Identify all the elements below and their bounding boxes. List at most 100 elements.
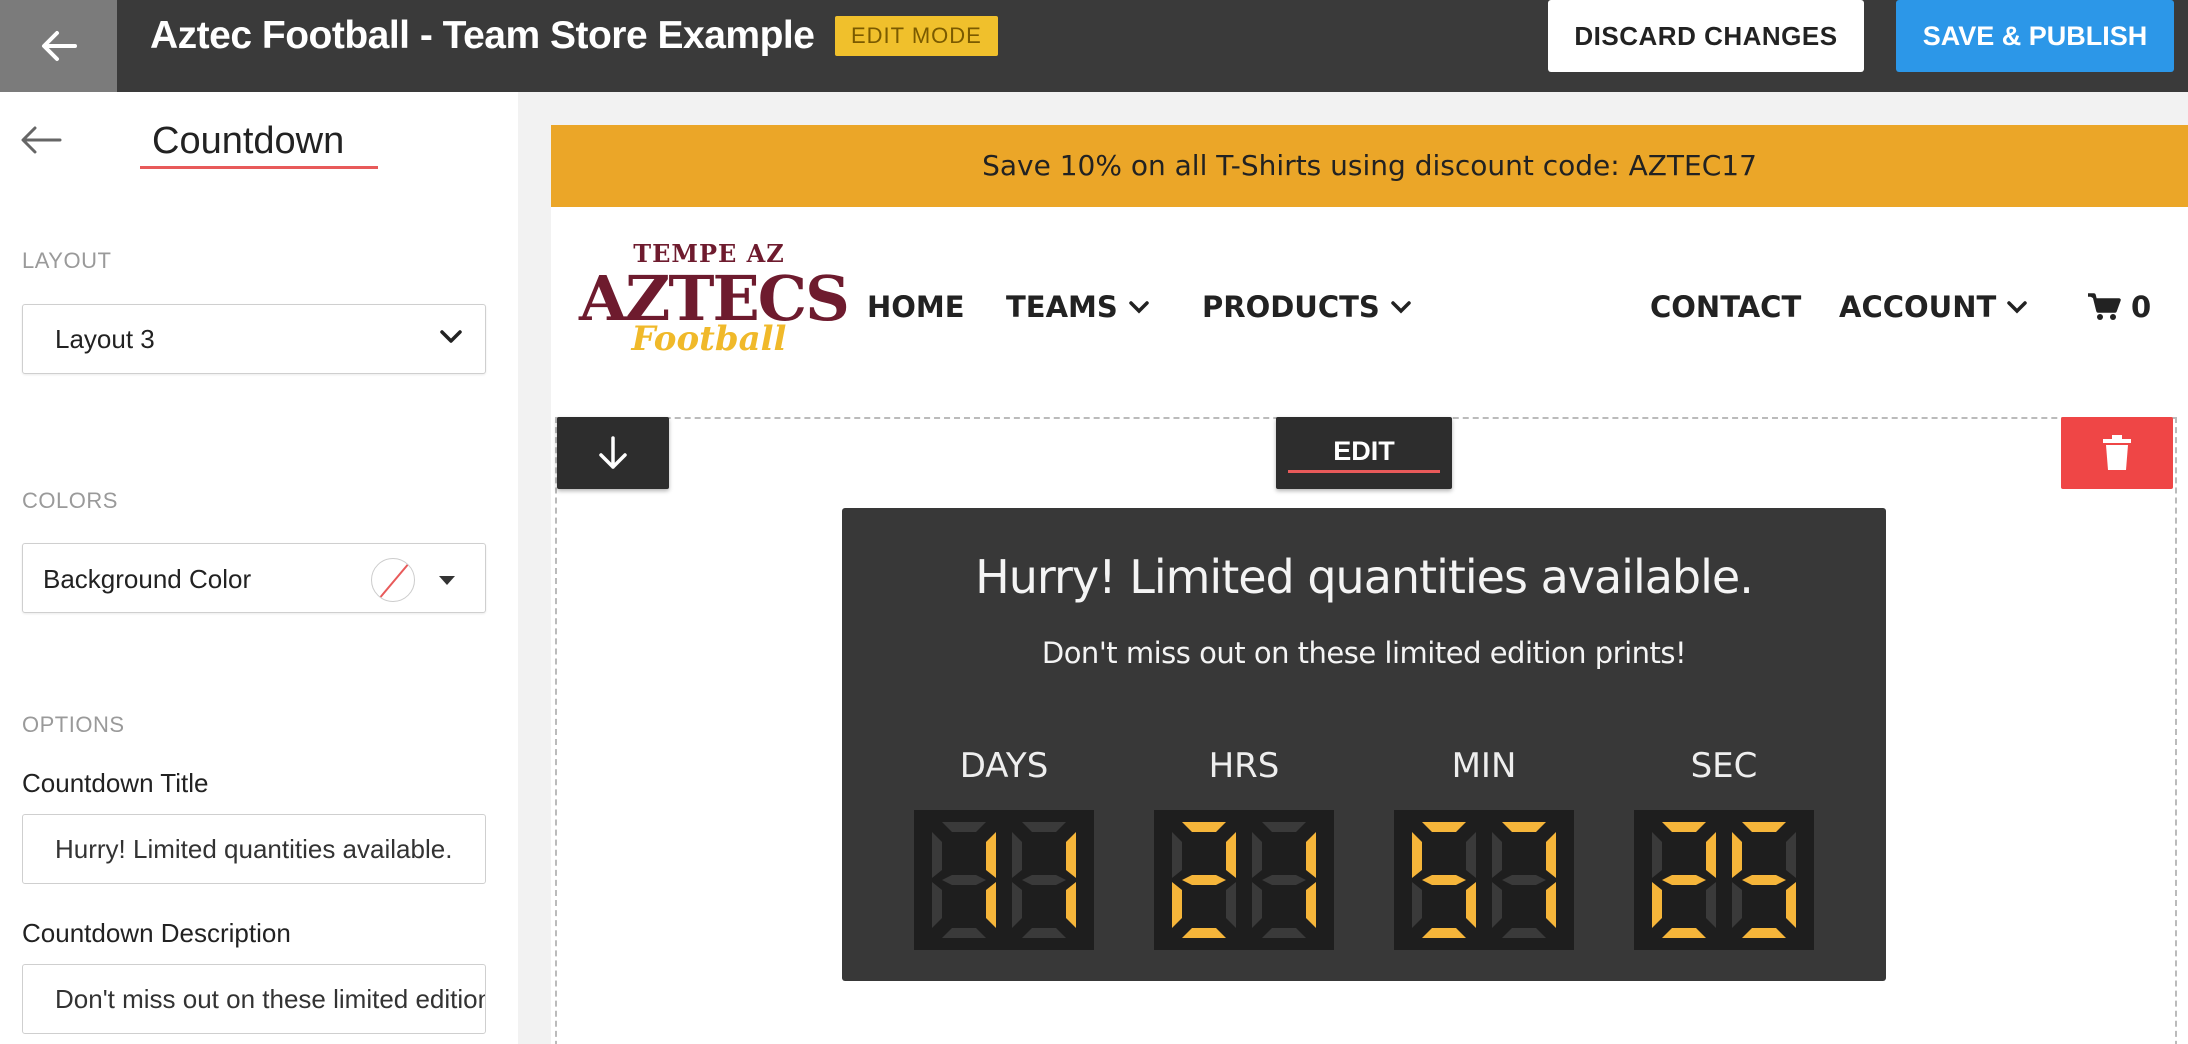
digit-segment (1502, 875, 1546, 885)
digit-segment (1412, 832, 1422, 878)
page-title: Aztec Football - Team Store Example (150, 14, 815, 57)
digit-segment (1502, 822, 1546, 832)
digit-segment (1546, 882, 1556, 928)
digit-segment (1306, 832, 1316, 878)
minutes-label: MIN (1451, 746, 1517, 786)
digit-segment (1022, 875, 1066, 885)
digit-segment (1306, 882, 1316, 928)
digit-segment (1466, 882, 1476, 928)
discard-changes-button[interactable]: DISCARD CHANGES (1548, 0, 1864, 72)
cart-icon (2088, 293, 2121, 320)
digit-segment (942, 928, 986, 938)
store-logo[interactable]: TEMPE AZ AZTECS Football (579, 239, 850, 379)
digit-segment (1492, 832, 1502, 878)
digit-segment (1662, 875, 1706, 885)
countdown-widget: Hurry! Limited quantities available. Don… (842, 508, 1886, 981)
countdown-minutes: MIN (1394, 746, 1574, 950)
arrow-left-icon (41, 31, 77, 61)
digit-segment (1182, 928, 1226, 938)
promo-banner: Save 10% on all T-Shirts using discount … (551, 125, 2188, 207)
digit-segment (1466, 832, 1476, 878)
digit-segment (1412, 882, 1422, 928)
countdown-seconds: SEC (1634, 746, 1814, 950)
back-button[interactable] (0, 0, 117, 92)
countdown-days: DAYS (914, 746, 1094, 950)
digit-display (1172, 822, 1316, 938)
digit-segment (1546, 832, 1556, 878)
nav-products-label: PRODUCTS (1202, 290, 1380, 324)
countdown-description-label: Countdown Description (22, 918, 291, 948)
delete-section-button[interactable] (2061, 417, 2173, 489)
digit-segment (1742, 875, 1786, 885)
digit-segment (1182, 875, 1226, 885)
save-publish-button[interactable]: SAVE & PUBLISH (1896, 0, 2174, 72)
digit-segment (1226, 832, 1236, 878)
sidebar-back-button[interactable] (20, 120, 66, 160)
digit-segment (1652, 832, 1662, 878)
digit-segment (942, 875, 986, 885)
move-section-down-button[interactable] (557, 417, 669, 489)
top-bar: Aztec Football - Team Store Example EDIT… (0, 0, 2188, 92)
cart-count: 0 (2131, 290, 2152, 324)
hours-digits (1154, 810, 1334, 950)
edit-section-button[interactable]: EDIT (1276, 417, 1452, 489)
layout-select[interactable]: Layout 3 (22, 304, 486, 374)
nav-account[interactable]: ACCOUNT (1839, 207, 2028, 407)
settings-sidebar: Countdown LAYOUT Layout 3 COLORS Backgro… (0, 92, 518, 1044)
nav-products[interactable]: PRODUCTS (1202, 207, 1412, 407)
digit-segment (1182, 822, 1226, 832)
nav-teams[interactable]: TEAMS (1006, 207, 1150, 407)
countdown-description-input[interactable] (22, 964, 486, 1034)
digit-segment (1786, 882, 1796, 928)
countdown-hours: HRS (1154, 746, 1334, 950)
arrow-left-icon (21, 126, 62, 154)
countdown-title: Hurry! Limited quantities available. (975, 550, 1754, 604)
digit-display (1412, 822, 1556, 938)
nav-account-label: ACCOUNT (1839, 290, 1997, 324)
digit-segment (1706, 832, 1716, 878)
days-digits (914, 810, 1094, 950)
digit-segment (1732, 832, 1742, 878)
digit-segment (1262, 875, 1306, 885)
edit-section-label: EDIT (1333, 436, 1395, 466)
digit-segment (1262, 928, 1306, 938)
chevron-down-icon (2007, 301, 2028, 314)
hours-label: HRS (1208, 746, 1280, 786)
countdown-title-input[interactable] (22, 814, 486, 884)
digit-segment (1172, 832, 1182, 878)
seconds-label: SEC (1690, 746, 1758, 786)
digit-segment (1662, 928, 1706, 938)
digit-segment (1786, 832, 1796, 878)
background-color-picker[interactable]: Background Color (22, 543, 486, 613)
store-navbar: TEMPE AZ AZTECS Football HOME TEAMS PROD… (551, 207, 2188, 407)
digit-segment (1732, 882, 1742, 928)
digit-display (932, 822, 1076, 938)
sidebar-title: Countdown (152, 120, 345, 162)
digit-segment (1066, 882, 1076, 928)
digit-segment (1422, 928, 1466, 938)
store-preview: Save 10% on all T-Shirts using discount … (551, 125, 2188, 1044)
digit-segment (1422, 875, 1466, 885)
nav-contact[interactable]: CONTACT (1650, 207, 1801, 407)
nav-cart[interactable]: 0 (2087, 207, 2151, 407)
colors-section-label: COLORS (22, 488, 118, 513)
digit-segment (1012, 832, 1022, 878)
digit-segment (1226, 882, 1236, 928)
digit-segment (1742, 822, 1786, 832)
layout-section-label: LAYOUT (22, 248, 112, 273)
chevron-down-icon (440, 330, 462, 343)
trash-icon (2103, 435, 2131, 470)
digit-segment (1652, 882, 1662, 928)
countdown-description: Don't miss out on these limited edition … (1041, 636, 1687, 670)
digit-segment (986, 832, 996, 878)
digit-segment (1022, 822, 1066, 832)
chevron-down-icon (1391, 301, 1411, 314)
digit-segment (1706, 882, 1716, 928)
nav-home[interactable]: HOME (867, 207, 965, 407)
edit-mode-badge: EDIT MODE (835, 16, 998, 56)
options-section-label: OPTIONS (22, 712, 125, 737)
minutes-digits (1394, 810, 1574, 950)
layout-select-value: Layout 3 (55, 324, 155, 354)
digit-segment (1262, 822, 1306, 832)
digit-segment (1252, 832, 1262, 878)
